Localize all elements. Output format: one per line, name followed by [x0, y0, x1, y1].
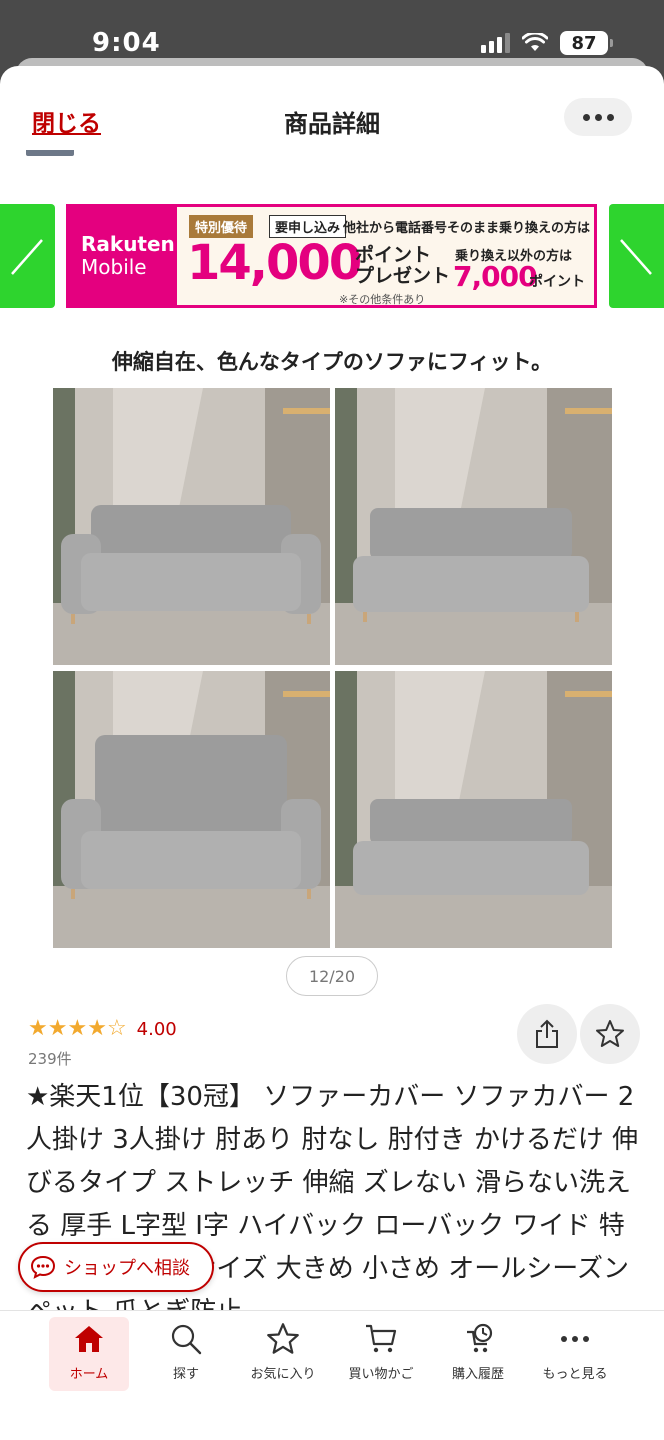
chat-icon — [30, 1255, 56, 1279]
star-filled-icon: ★ — [67, 1016, 88, 1041]
tab-home[interactable]: ホーム — [49, 1317, 129, 1391]
banner-note: ※その他条件あり — [339, 293, 426, 306]
banner-headline: 他社から電話番号そのまま乗り換えの方は — [343, 221, 591, 236]
history-icon — [467, 1323, 493, 1353]
banner-next-button[interactable] — [609, 204, 664, 308]
consult-label: ショップへ相談 — [64, 1258, 190, 1279]
star-outline-icon — [596, 1020, 624, 1047]
favorite-button[interactable] — [580, 1004, 640, 1064]
star-filled-icon: ★ — [87, 1016, 107, 1041]
image-caption: 伸縮自在、色んなタイプのソファにフィット。 — [111, 350, 553, 374]
star-empty-icon: ☆ — [106, 1016, 127, 1041]
slash-icon — [620, 239, 652, 275]
slash-icon — [11, 239, 43, 275]
sofa-image-lowback — [335, 671, 612, 948]
bottom-tab-bar: ホーム 探す お気に入り 買い物かご 購入履歴 もっと見る — [0, 1310, 664, 1440]
status-icons: 87 — [481, 31, 613, 55]
tab-label: ホーム — [69, 1367, 109, 1382]
banner-carousel: Rakuten Mobile 特別優待 要申し込み 他社から電話番号そのまま乗り… — [0, 204, 664, 308]
alt-points-label: ポイント — [529, 274, 585, 290]
points-label: ポイント プレゼント — [355, 245, 450, 287]
points-label-line2: プレゼント — [355, 265, 451, 287]
tab-purchase-history[interactable]: 購入履歴 — [438, 1317, 518, 1391]
brand-line2: Mobile — [81, 255, 147, 279]
review-count[interactable]: 239件 — [28, 1048, 72, 1069]
home-icon — [75, 1326, 103, 1352]
tab-label: 探す — [172, 1367, 199, 1382]
product-detail-sheet: 閉じる 商品詳細 Rakuten Mobile 特別優待 要申し込み 他社から電… — [0, 66, 664, 1440]
promo-banner[interactable]: Rakuten Mobile 特別優待 要申し込み 他社から電話番号そのまま乗り… — [66, 204, 597, 308]
sofa-image-arms — [53, 388, 330, 665]
more-icon — [561, 1336, 589, 1342]
star-filled-icon: ★ — [28, 1016, 48, 1041]
star-icon — [267, 1323, 299, 1354]
share-button[interactable] — [517, 1004, 577, 1064]
alt-points-amount: 7,000 — [453, 260, 538, 293]
wifi-icon — [522, 33, 548, 51]
brand-line1: Rakuten — [81, 232, 175, 256]
tab-favorites[interactable]: お気に入り — [243, 1317, 323, 1391]
dot-icon — [582, 113, 590, 121]
nav-header: 閉じる 商品詳細 — [0, 66, 664, 156]
image-thumbnail[interactable] — [26, 150, 74, 156]
product-image[interactable] — [53, 388, 612, 948]
tab-label: もっと見る — [542, 1367, 608, 1382]
product-title: ★楽天1位【30冠】 ソファーカバー ソファカバー 2人掛け 3人掛け 肘あり … — [26, 1082, 639, 1327]
tab-more[interactable]: もっと見る — [535, 1317, 615, 1391]
rating-stars[interactable]: ★ ★ ★ ★ ☆ 4.00 — [28, 1018, 177, 1040]
tab-cart[interactable]: 買い物かご — [341, 1317, 421, 1391]
dot-icon — [606, 113, 614, 121]
dot-icon — [594, 113, 602, 121]
tab-label: 買い物かご — [348, 1367, 414, 1382]
rating-value: 4.00 — [136, 1018, 177, 1040]
battery-icon: 87 — [560, 31, 613, 55]
points-amount: 14,000 — [187, 235, 362, 291]
sofa-image-armless — [335, 388, 612, 665]
star-filled-icon: ★ — [47, 1016, 68, 1041]
status-time: 9:04 — [92, 28, 161, 58]
shop-consult-button[interactable]: ショップへ相談 — [18, 1242, 214, 1292]
image-counter: 12/20 — [286, 956, 378, 996]
tab-label: 購入履歴 — [451, 1367, 504, 1382]
sofa-image-highback — [53, 671, 330, 948]
cart-icon — [366, 1324, 397, 1353]
signal-icon — [481, 33, 510, 53]
search-icon — [171, 1324, 202, 1355]
tab-label: お気に入り — [250, 1367, 316, 1382]
points-label-line1: ポイント — [355, 244, 432, 266]
tab-search[interactable]: 探す — [146, 1317, 226, 1391]
more-options-button[interactable] — [564, 98, 632, 136]
share-icon — [536, 1019, 558, 1048]
rakuten-mobile-logo: Rakuten Mobile — [69, 207, 177, 305]
banner-prev-button[interactable] — [0, 204, 55, 308]
status-bar: 9:04 87 — [0, 0, 664, 62]
